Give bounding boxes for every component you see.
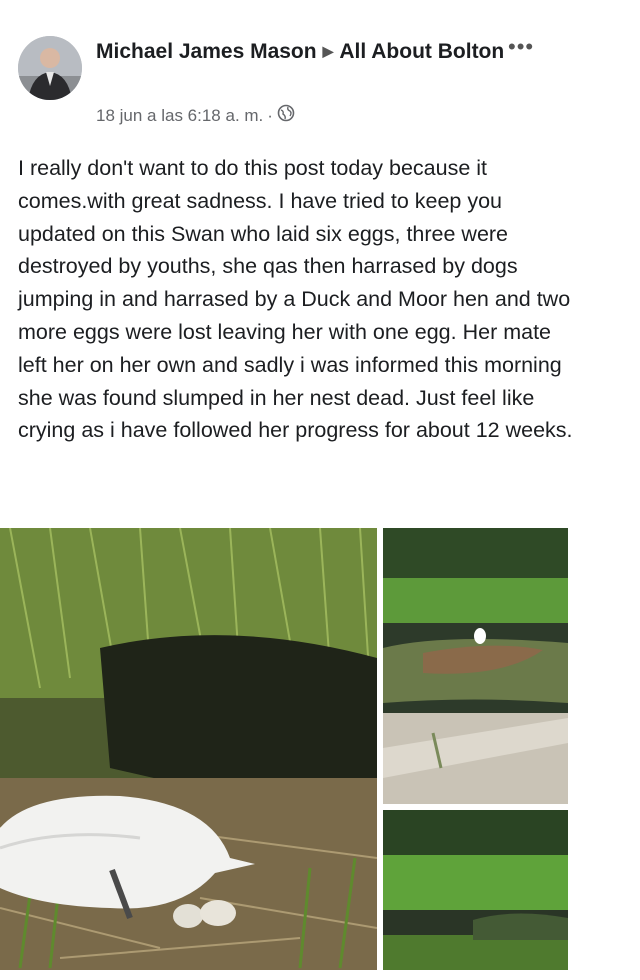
facebook-post: Michael James Mason ▶ All About Bolton 18 …: [0, 0, 640, 980]
post-timestamp[interactable]: 18 jun a las 6:18 a. m.: [96, 106, 263, 126]
group-name[interactable]: All About Bolton: [339, 40, 504, 63]
post-meta: 18 jun a las 6:18 a. m. ·: [96, 104, 295, 127]
meta-separator: ·: [267, 105, 273, 125]
globe-icon: [277, 104, 295, 127]
photo-pond-bank[interactable]: [383, 810, 568, 970]
photo-pond-wide[interactable]: [383, 528, 568, 804]
play-arrow-icon: ▶: [322, 43, 334, 59]
author-line: Michael James Mason ▶ All About Bolton: [96, 36, 516, 67]
post-header: Michael James Mason ▶ All About Bolton: [96, 36, 516, 67]
post-body: I really don't want to do this post toda…: [18, 156, 573, 443]
avatar[interactable]: [18, 36, 82, 100]
photo-grid: [0, 528, 570, 970]
author-name[interactable]: Michael James Mason: [96, 40, 317, 63]
photo-swan-nest[interactable]: [0, 528, 377, 970]
more-options-icon[interactable]: •••: [508, 34, 534, 60]
